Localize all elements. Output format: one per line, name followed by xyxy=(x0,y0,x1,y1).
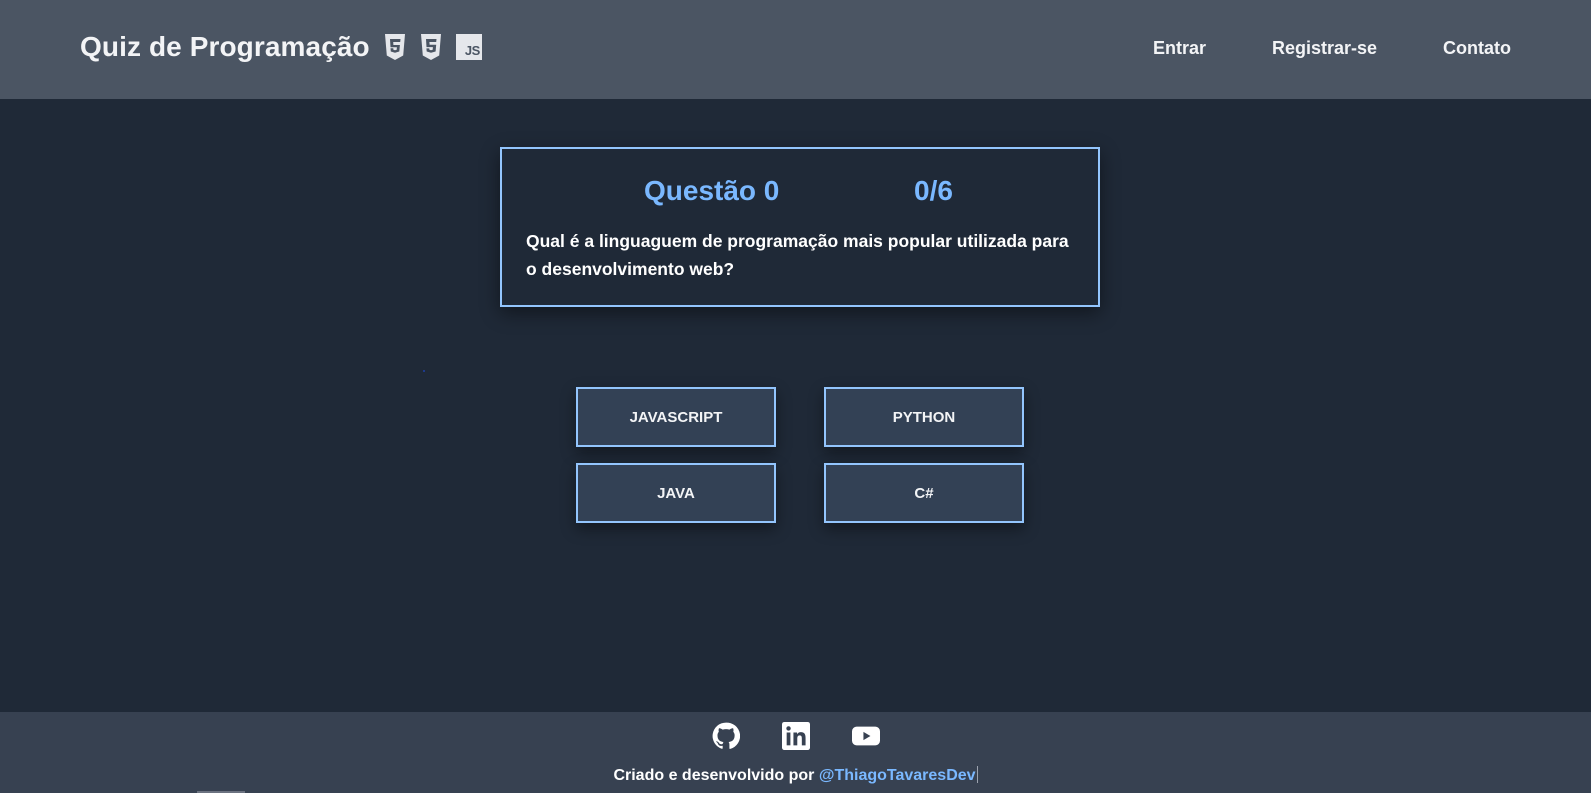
github-icon[interactable] xyxy=(712,722,740,750)
social-links xyxy=(0,722,1591,750)
nav-registrar-link[interactable]: Registrar-se xyxy=(1272,38,1377,59)
javascript-icon: JS xyxy=(455,34,482,60)
html5-icon xyxy=(384,34,406,60)
credit-prefix: Criado e desenvolvido por xyxy=(613,767,815,784)
answer-button-java[interactable]: JAVA xyxy=(576,463,776,523)
question-header: Questão 0 0/6 xyxy=(502,175,1098,211)
brand: Quiz de Programação JS xyxy=(80,31,482,63)
linkedin-icon[interactable] xyxy=(781,722,810,750)
footer-credit: Criado e desenvolvido por @ThiagoTavares… xyxy=(0,766,1591,785)
css3-icon xyxy=(420,34,442,60)
question-progress: 0/6 xyxy=(914,175,953,206)
question-number: Questão 0 xyxy=(644,175,780,206)
nav-contato-link[interactable]: Contato xyxy=(1443,38,1511,59)
answer-button-javascript[interactable]: JAVASCRIPT xyxy=(576,387,776,447)
question-text: Qual é a linguaguem de programação mais … xyxy=(526,231,1069,279)
main-nav: Entrar Registrar-se Contato xyxy=(1153,38,1511,59)
answer-button-python[interactable]: PYTHON xyxy=(824,387,1024,447)
text-caret xyxy=(976,766,978,783)
page-footer: Criado e desenvolvido por @ThiagoTavares… xyxy=(0,712,1591,793)
answer-grid: JAVASCRIPT PYTHON JAVA C# xyxy=(576,387,1024,523)
top-header: Quiz de Programação JS Entrar Registrar-… xyxy=(0,0,1591,99)
stray-dot xyxy=(423,370,425,372)
answer-button-csharp[interactable]: C# xyxy=(824,463,1024,523)
youtube-icon[interactable] xyxy=(851,722,880,750)
author-handle-link[interactable]: @ThiagoTavaresDev xyxy=(819,767,976,784)
question-card: Questão 0 0/6 Qual é a linguaguem de pro… xyxy=(500,147,1100,307)
nav-entrar-link[interactable]: Entrar xyxy=(1153,38,1206,59)
app-title: Quiz de Programação xyxy=(80,31,370,62)
